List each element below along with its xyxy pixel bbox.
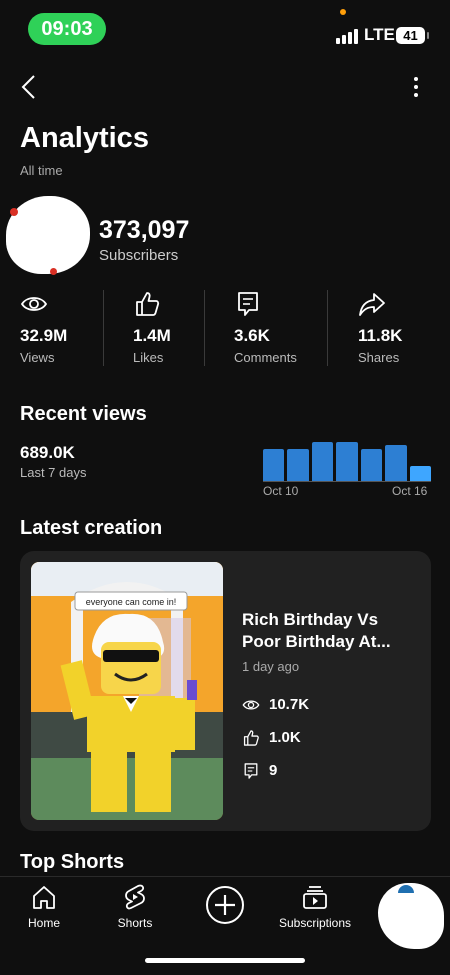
nav-subscriptions-label: Subscriptions (278, 916, 352, 930)
eye-icon (242, 700, 260, 710)
share-icon (359, 293, 385, 316)
network-type: LTE (364, 25, 395, 44)
status-bar: 09:03 LTE 41 (0, 0, 450, 60)
more-options-button[interactable] (404, 72, 428, 102)
recent-views-title: Recent views (20, 403, 147, 425)
shorts-icon (125, 884, 145, 910)
thumbs-up-icon (243, 730, 259, 746)
comment-icon (244, 763, 258, 779)
latest-creation-title: Latest creation (20, 517, 163, 539)
back-button[interactable] (14, 70, 48, 104)
battery-icon: 41 (396, 27, 429, 44)
chart-start-label: Oct 10 (263, 484, 299, 498)
thumbnail-image: everyone can come in! (31, 562, 223, 820)
divider (204, 290, 205, 366)
latest-creation-card[interactable]: everyone can come in! Rich Birthday Vs P… (20, 551, 431, 831)
divider (327, 290, 328, 366)
stat-label: Views (20, 350, 55, 365)
stat-value: 11.8K (358, 326, 403, 345)
recent-views-period: Last 7 days (20, 465, 87, 480)
stat-label: Shares (358, 350, 400, 365)
chart-bar (360, 449, 383, 482)
nav-home-label: Home (27, 916, 60, 930)
video-age: 1 day ago (242, 659, 300, 674)
subscriptions-icon (303, 886, 327, 909)
thumbnail-sign-text: everyone can come in! (86, 597, 177, 607)
date-range-label[interactable]: All time (20, 163, 63, 178)
subscriber-label: Subscribers (99, 247, 179, 264)
nav-shorts-label: Shorts (117, 916, 153, 930)
stat-value: 1.4M (133, 326, 171, 345)
status-time: 09:03 (28, 13, 106, 45)
chart-bar (287, 449, 309, 482)
chevron-left-icon (21, 75, 35, 99)
signal-icon (336, 28, 358, 44)
home-indicator (145, 958, 305, 963)
recent-views-value: 689.0K (20, 443, 75, 462)
nav-profile-avatar[interactable] (378, 883, 444, 949)
video-title[interactable]: Rich Birthday Vs Poor Birthday At... (242, 609, 412, 653)
eye-icon (20, 297, 48, 311)
chart-baseline (263, 481, 431, 482)
divider (103, 290, 104, 366)
top-shorts-title: Top Shorts (20, 851, 125, 873)
page-title: Analytics (20, 122, 149, 154)
chart-bar (336, 442, 358, 482)
recent-views-chart[interactable] (263, 436, 431, 482)
stat-label: Comments (234, 350, 297, 365)
thumbs-up-icon (136, 292, 160, 316)
nav-shorts[interactable]: Shorts (112, 883, 158, 930)
video-thumbnail[interactable]: everyone can come in! (31, 562, 223, 820)
nav-home[interactable]: Home (22, 883, 66, 930)
chart-bar (409, 466, 431, 482)
chart-bar (263, 449, 285, 482)
nav-subscriptions[interactable]: Subscriptions (272, 883, 358, 930)
chart-bar (385, 445, 407, 482)
plus-icon (206, 886, 244, 924)
stat-value: 32.9M (20, 326, 68, 345)
video-comments-value: 9 (269, 762, 278, 779)
privacy-indicator-icon (340, 9, 346, 15)
video-likes-value: 1.0K (269, 729, 301, 746)
create-button[interactable] (205, 885, 245, 925)
video-views-value: 10.7K (269, 696, 310, 713)
stat-label: Likes (133, 350, 164, 365)
stat-value: 3.6K (234, 326, 270, 345)
home-icon (33, 886, 55, 909)
comment-icon (238, 292, 258, 316)
chart-end-label: Oct 16 (392, 484, 428, 498)
channel-avatar (6, 196, 90, 275)
subscriber-count: 373,097 (99, 216, 190, 244)
chart-bar (311, 442, 334, 482)
